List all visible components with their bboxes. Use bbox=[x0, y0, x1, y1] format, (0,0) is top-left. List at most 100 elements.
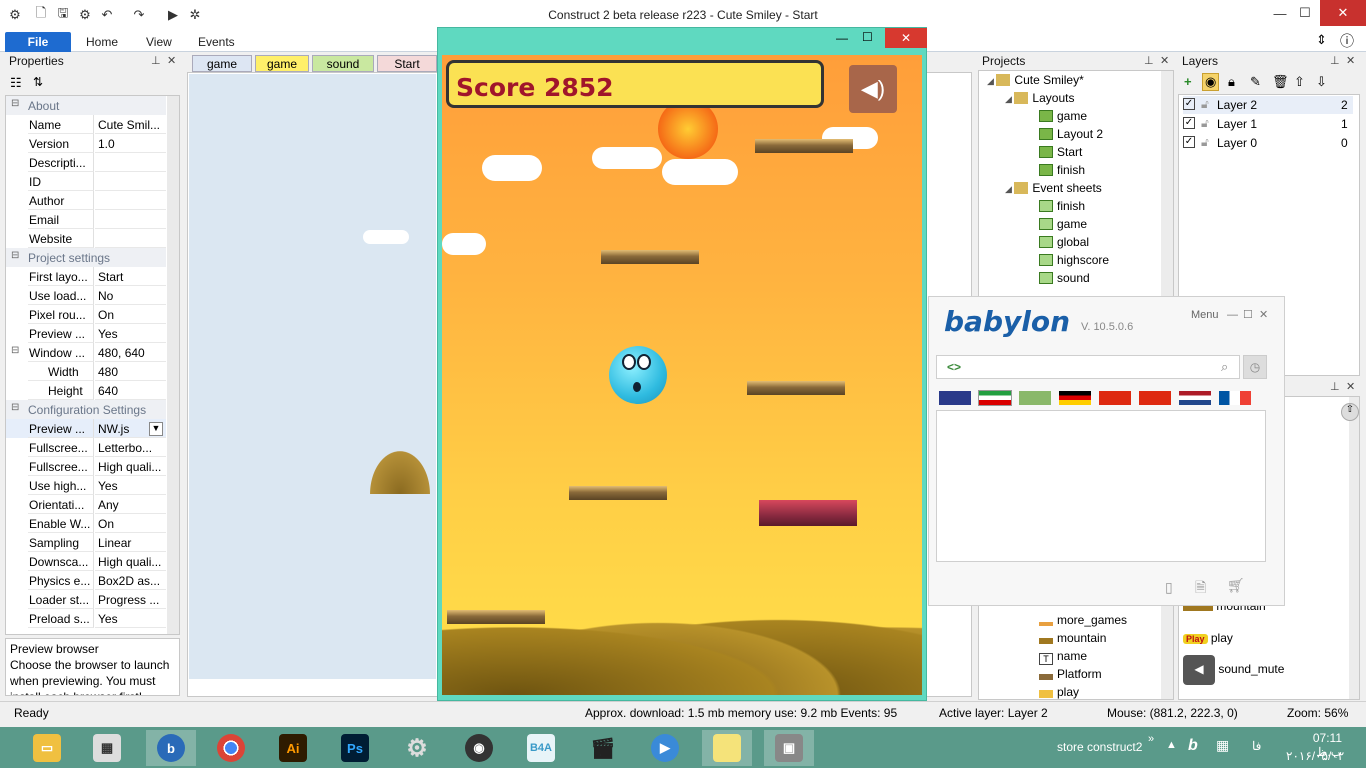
video-editor-icon[interactable]: 🎬︎ bbox=[578, 730, 628, 766]
tray-label[interactable]: store construct2 bbox=[1057, 740, 1142, 754]
prop-row[interactable]: Preload s... Yes bbox=[6, 609, 166, 628]
babylon-menu[interactable]: Menu bbox=[1191, 309, 1219, 321]
help-icon[interactable]: ⓘ bbox=[1340, 31, 1354, 51]
tree-layouts-folder[interactable]: ◢ Layouts bbox=[1005, 91, 1074, 109]
document-icon[interactable]: 🗎︎ bbox=[1195, 577, 1206, 601]
prop-row[interactable]: Fullscree... High quali... bbox=[6, 457, 166, 476]
game-canvas[interactable]: Score 2852 ◀) bbox=[442, 55, 922, 695]
babylon-window[interactable]: babylon V. 10.5.0.6 Menu — ☐ ✕ <> ⌕ ◷ ▯ … bbox=[928, 296, 1285, 606]
sound-toggle-button[interactable]: ◀) bbox=[849, 65, 897, 113]
network-icon[interactable]: ▦ bbox=[1216, 737, 1229, 754]
object-sound-mute[interactable]: ◀ sound_mute bbox=[1183, 655, 1284, 685]
prop-row[interactable]: Name Cute Smil... bbox=[6, 115, 166, 134]
tab-file[interactable]: File bbox=[5, 32, 71, 52]
layer-row[interactable]: ✓ 🔓︎ Layer 22 bbox=[1183, 96, 1353, 114]
tree-sheet-sound[interactable]: sound bbox=[1039, 271, 1090, 289]
cart-icon[interactable]: 🛒︎ bbox=[1227, 577, 1245, 594]
babylon-app-icon[interactable]: b bbox=[146, 730, 196, 766]
prop-row[interactable]: Orientati... Any bbox=[6, 495, 166, 514]
flag-iran-icon[interactable] bbox=[978, 390, 1012, 406]
prop-row[interactable]: ⊟ Window ... 480, 640 bbox=[6, 343, 166, 362]
clock-date[interactable]: ۲۰۱۶/۰۵/۰۲ bbox=[1286, 749, 1344, 763]
prop-row[interactable]: Preview ... Yes bbox=[6, 324, 166, 343]
properties-scrollbar[interactable] bbox=[167, 96, 179, 634]
add-layer-icon[interactable]: + bbox=[1184, 74, 1192, 89]
prop-row[interactable]: First layo... Start bbox=[6, 267, 166, 286]
doc-tab-sound[interactable]: sound bbox=[312, 55, 374, 72]
notes-app-icon[interactable] bbox=[702, 730, 752, 766]
prop-row[interactable]: Loader st... Progress ... bbox=[6, 590, 166, 609]
tab-events[interactable]: Events bbox=[198, 32, 235, 52]
game-max-button[interactable]: ☐ bbox=[862, 30, 873, 44]
doc-tab-game-events[interactable]: game bbox=[192, 55, 252, 72]
doc-tab-game-layout[interactable]: game bbox=[255, 55, 309, 72]
prop-row[interactable]: Fullscree... Letterbo... bbox=[6, 438, 166, 457]
tree-object-play[interactable]: play bbox=[1039, 685, 1079, 699]
tree-object-name[interactable]: Tname bbox=[1039, 649, 1087, 667]
mobile-icon[interactable]: ▯ bbox=[1165, 579, 1173, 596]
move-up-icon[interactable]: ⇧ bbox=[1294, 74, 1305, 90]
flag-uk-icon[interactable] bbox=[939, 391, 971, 405]
babylon-tray-icon[interactable]: b bbox=[1188, 737, 1198, 755]
sort-az-icon[interactable]: ⇅ bbox=[33, 75, 43, 89]
prop-row[interactable]: Pixel rou... On bbox=[6, 305, 166, 324]
tree-sheet-finish[interactable]: finish bbox=[1039, 199, 1085, 217]
camera-app-icon[interactable]: ◉ bbox=[454, 730, 504, 766]
panel-close-icon[interactable]: ✕ bbox=[1346, 54, 1355, 67]
tree-project-root[interactable]: ◢ Cute Smiley* bbox=[987, 73, 1084, 91]
panel-close-icon[interactable]: ✕ bbox=[1346, 380, 1355, 393]
tree-layout-2[interactable]: Layout 2 bbox=[1039, 127, 1103, 145]
pin-icon[interactable]: ⊥ bbox=[1330, 54, 1340, 67]
prop-row[interactable]: Descripti... bbox=[6, 153, 166, 172]
delete-icon[interactable]: 🗑︎ bbox=[1272, 74, 1289, 90]
section-about[interactable]: ⊟ About bbox=[6, 96, 166, 115]
scroll-up-icon[interactable]: ⇧ bbox=[1341, 403, 1359, 421]
tree-eventsheets-folder[interactable]: ◢ Event sheets bbox=[1005, 181, 1102, 199]
prop-row[interactable]: Author bbox=[6, 191, 166, 210]
tree-sheet-global[interactable]: global bbox=[1039, 235, 1089, 253]
prop-row[interactable]: Physics e... Box2D as... bbox=[6, 571, 166, 590]
prop-row[interactable]: ID bbox=[6, 172, 166, 191]
calculator-icon[interactable]: ▦ bbox=[82, 730, 132, 766]
pin-icon[interactable]: ⊥ bbox=[1144, 54, 1154, 67]
chrome-icon[interactable] bbox=[206, 730, 256, 766]
flag-france-icon[interactable] bbox=[1219, 391, 1251, 405]
categorize-icon[interactable]: ☷ bbox=[10, 75, 22, 91]
tab-view[interactable]: View bbox=[146, 32, 172, 52]
tree-sheet-game[interactable]: game bbox=[1039, 217, 1087, 235]
lock-icon[interactable]: 🔒︎ bbox=[1228, 74, 1235, 90]
flag-china-icon[interactable] bbox=[1099, 391, 1131, 405]
prop-row-preview-browser[interactable]: Preview ... NW.js ▼ bbox=[6, 419, 166, 438]
prop-row[interactable]: Width 480 bbox=[6, 362, 166, 381]
prop-row[interactable]: Version 1.0 bbox=[6, 134, 166, 153]
objects-scrollbar[interactable] bbox=[1349, 397, 1359, 699]
panel-close-icon[interactable]: ✕ bbox=[1160, 54, 1169, 67]
pin-icon[interactable]: ⊥ bbox=[1330, 380, 1340, 393]
section-configuration[interactable]: ⊟ Configuration Settings bbox=[6, 400, 166, 419]
prop-row[interactable]: Website bbox=[6, 229, 166, 248]
video-call-icon[interactable]: ▶ bbox=[640, 730, 690, 766]
tree-sheet-highscore[interactable]: highscore bbox=[1039, 253, 1109, 271]
tree-object-mountain[interactable]: mountain bbox=[1039, 631, 1106, 649]
close-button[interactable]: ✕ bbox=[1320, 0, 1366, 26]
tree-object-more-games[interactable]: more_games bbox=[1039, 613, 1127, 631]
prop-row[interactable]: Use load... No bbox=[6, 286, 166, 305]
section-project-settings[interactable]: ⊟ Project settings bbox=[6, 248, 166, 267]
ribbon-toggle-icon[interactable]: ⇕ bbox=[1316, 32, 1327, 48]
settings-app-icon[interactable]: ⚙ bbox=[392, 730, 442, 766]
maximize-button[interactable]: ☐ bbox=[1285, 0, 1325, 26]
game-min-button[interactable]: — bbox=[836, 31, 848, 45]
b4a-icon[interactable]: B4A bbox=[516, 730, 566, 766]
file-explorer-icon[interactable]: ▭ bbox=[22, 730, 72, 766]
panel-close-icon[interactable]: ✕ bbox=[167, 54, 176, 67]
tree-layout-game[interactable]: game bbox=[1039, 109, 1087, 127]
object-play[interactable]: Play play bbox=[1183, 631, 1233, 645]
flag-hongkong-icon[interactable] bbox=[1139, 391, 1171, 405]
babylon-search-input[interactable]: <> ⌕ bbox=[936, 355, 1240, 379]
game-close-button[interactable]: ✕ bbox=[885, 28, 927, 48]
tree-layout-start[interactable]: Start bbox=[1039, 145, 1082, 163]
search-icon[interactable]: ⌕ bbox=[1221, 359, 1228, 375]
tab-home[interactable]: Home bbox=[86, 32, 118, 52]
tray-expand-icon[interactable]: » bbox=[1148, 733, 1154, 745]
move-down-icon[interactable]: ⇩ bbox=[1316, 74, 1327, 90]
